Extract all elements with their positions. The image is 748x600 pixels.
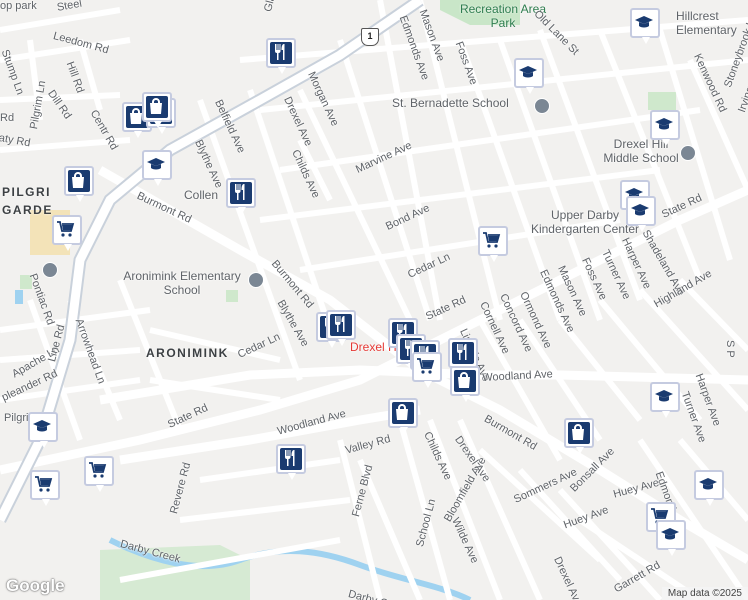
school-marker[interactable] (650, 382, 680, 418)
place-st-bernadette: St. Bernadette School (392, 96, 509, 110)
shopping-cart-icon (88, 460, 110, 482)
shop-marker[interactable] (388, 398, 418, 434)
restaurant-marker[interactable] (266, 38, 296, 74)
fork-knife-icon (452, 342, 474, 364)
place-drexel-hill-middle: Drexel Hill Middle School (603, 137, 679, 165)
grocery-marker[interactable] (84, 456, 114, 492)
school-poi-icon (680, 145, 696, 161)
shopping-bag-icon (68, 170, 90, 192)
school-marker[interactable] (630, 8, 660, 44)
school-marker[interactable] (694, 470, 724, 506)
graduation-cap-icon (660, 524, 682, 546)
map-attribution[interactable]: Map data ©2025 (661, 587, 748, 600)
graduation-cap-icon (518, 62, 540, 84)
shopping-cart-icon (56, 219, 78, 241)
neighborhood-aronimink: ARONIMINK (146, 346, 229, 360)
graduation-cap-icon (32, 416, 54, 438)
shop-marker[interactable] (142, 92, 172, 128)
school-marker[interactable] (626, 196, 656, 232)
highway-shield: 1 (361, 28, 379, 46)
graduation-cap-icon (630, 200, 652, 222)
school-poi-icon (534, 98, 550, 114)
graduation-cap-icon (654, 386, 676, 408)
shopping-cart-icon (34, 474, 56, 496)
fork-knife-icon (230, 182, 252, 204)
fork-knife-icon (270, 42, 292, 64)
water-pond (15, 290, 23, 304)
graduation-cap-icon (654, 114, 676, 136)
grocery-marker[interactable] (52, 215, 82, 251)
shopping-bag-icon (146, 96, 168, 118)
restaurant-marker[interactable] (276, 444, 306, 480)
place-hillcrest-elementary: Hillcrest Elementary (676, 9, 737, 37)
park-green (648, 92, 676, 110)
grocery-marker[interactable] (412, 352, 442, 388)
shop-marker[interactable] (450, 366, 480, 402)
shopping-bag-icon (568, 422, 590, 444)
school-marker[interactable] (514, 58, 544, 94)
shop-marker[interactable] (564, 418, 594, 454)
shopping-cart-icon (482, 230, 504, 252)
street-label-park-top: op park (0, 0, 37, 12)
school-marker[interactable] (650, 110, 680, 146)
shop-marker[interactable] (64, 166, 94, 202)
grocery-marker[interactable] (478, 226, 508, 262)
school-marker[interactable] (656, 520, 686, 556)
place-aronimink-elementary: Aronimink Elementary School (123, 269, 241, 297)
poi-icon (42, 262, 58, 278)
school-marker[interactable] (142, 150, 172, 186)
grocery-marker[interactable] (30, 470, 60, 506)
restaurant-marker[interactable] (226, 178, 256, 214)
place-collen: Collen (184, 188, 219, 202)
graduation-cap-icon (698, 474, 720, 496)
shopping-bag-icon (392, 402, 414, 424)
restaurant-marker[interactable] (448, 338, 478, 374)
restaurant-marker[interactable] (326, 310, 356, 346)
school-poi-icon (248, 272, 264, 288)
google-logo: Google (6, 576, 65, 595)
fork-knife-icon (330, 314, 352, 336)
street-label-lrd: Rd (0, 112, 15, 124)
fork-knife-icon (280, 448, 302, 470)
map-canvas[interactable]: 1 ARONIMINK PILGRI GARDE St. Bernadette … (0, 0, 748, 600)
map-base (0, 0, 748, 600)
graduation-cap-icon (146, 154, 168, 176)
shopping-cart-icon (416, 356, 438, 378)
street-label-so: S P (724, 340, 736, 358)
graduation-cap-icon (634, 12, 656, 34)
shopping-bag-icon (454, 370, 476, 392)
minor-streets (0, 0, 748, 600)
school-marker[interactable] (28, 412, 58, 448)
street-label-pilgrim2: Pilgri (4, 412, 29, 424)
neighborhood-pilgrim-gardens: PILGRI GARDE (2, 185, 53, 217)
